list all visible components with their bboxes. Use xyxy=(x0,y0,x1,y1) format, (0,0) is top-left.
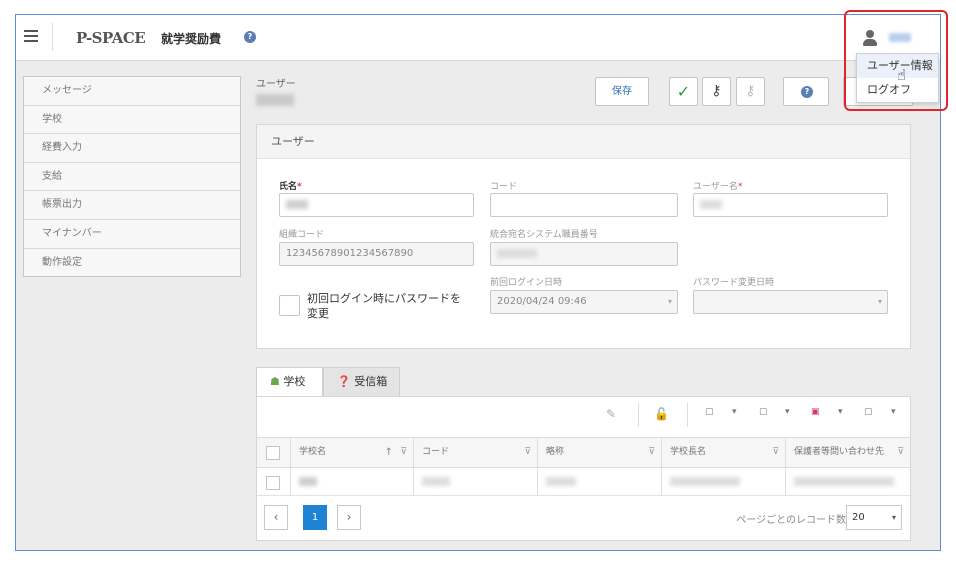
column-abbrev[interactable]: 略称 ⊽ xyxy=(538,438,662,467)
page-label: ユーザー xyxy=(256,79,296,90)
row-checkbox[interactable] xyxy=(266,476,280,490)
header-divider xyxy=(52,23,53,51)
org-code-field: 12345678901234567890 xyxy=(279,242,474,266)
sidebar-item-school[interactable]: 学校 xyxy=(24,106,240,135)
change-password-checkbox[interactable] xyxy=(279,295,300,316)
staff-no-field xyxy=(490,242,678,266)
app-window: P-SPACE 就学奨励費 ? メッセージ 学校 経費入力 支給 帳票出力 マイ… xyxy=(15,14,941,551)
unlock-icon[interactable]: 🔓 xyxy=(654,407,669,421)
sidebar-item-messages[interactable]: メッセージ xyxy=(24,77,240,106)
user-card-title: ユーザー xyxy=(257,125,910,159)
sidebar: メッセージ 学校 経費入力 支給 帳票出力 マイナンバー 動作設定 xyxy=(23,76,241,277)
column-code[interactable]: コード ⊽ xyxy=(414,438,538,467)
chevron-down-icon: ▾ xyxy=(891,513,896,522)
username-field[interactable] xyxy=(693,193,888,217)
filter-icon[interactable]: ⊽ xyxy=(400,438,407,467)
cell-school-name xyxy=(291,468,414,495)
column-contact[interactable]: 保護者等問い合わせ先 ⊽ xyxy=(786,438,910,467)
user-card: ユーザー 氏名* コード ユーザー名* 組織コード 12345678901234… xyxy=(256,124,911,349)
school-panel: ✎ 🔓 ▢ ▾ ▢ ▾ ▣ ▾ ▢ ▾ 学校名 ↑ ⊽ コード ⊽ 略称 ⊽ 学校長名 ⊽… xyxy=(256,396,911,541)
cell-code xyxy=(414,468,538,495)
toolbar-divider xyxy=(687,403,688,427)
chevron-down-icon[interactable]: ▾ xyxy=(785,407,790,417)
school-icon: ☗ xyxy=(270,375,280,388)
hamburger-menu-icon[interactable] xyxy=(24,30,38,42)
select-all-cell xyxy=(257,438,291,467)
chevron-down-icon: ▾ xyxy=(667,297,672,306)
app-title: 就学奨励費 xyxy=(161,32,222,46)
sidebar-item-payment[interactable]: 支給 xyxy=(24,163,240,192)
clipboard-icon[interactable]: ▢ xyxy=(864,407,873,417)
help-button[interactable]: ? xyxy=(783,77,829,106)
filter-icon[interactable]: ⊽ xyxy=(772,438,779,467)
sidebar-item-expense-input[interactable]: 経費入力 xyxy=(24,134,240,163)
last-login-field: 2020/04/24 09:46 ▾ xyxy=(490,290,678,314)
app-logo: P-SPACE xyxy=(76,29,146,47)
chevron-down-icon[interactable]: ▾ xyxy=(891,407,896,417)
key-icon[interactable]: ⚷ xyxy=(702,77,731,106)
cell-abbrev xyxy=(538,468,662,495)
page-title-blurred xyxy=(256,94,294,106)
filter-icon[interactable]: ⊽ xyxy=(648,438,655,467)
chevron-down-icon[interactable]: ▾ xyxy=(732,407,737,417)
records-per-page-label: ページごとのレコード数 xyxy=(736,515,846,526)
filter-icon[interactable]: ⊽ xyxy=(524,438,531,467)
column-principal[interactable]: 学校長名 ⊽ xyxy=(662,438,786,467)
username-label: ユーザー名* xyxy=(693,182,743,192)
clipboard-icon[interactable]: ▢ xyxy=(759,407,768,417)
change-password-label: 初回ログイン時にパスワードを変更 xyxy=(307,292,461,320)
pw-change-label: パスワード変更日時 xyxy=(693,278,775,288)
pager-prev-button[interactable]: ‹ xyxy=(264,505,288,530)
pw-change-field: ▾ xyxy=(693,290,888,314)
table-row[interactable] xyxy=(257,468,910,496)
chevron-down-icon[interactable]: ▾ xyxy=(838,407,843,417)
tab-school[interactable]: ☗ 学校 xyxy=(256,367,323,397)
help-icon[interactable]: ? xyxy=(244,31,256,43)
help-icon: ? xyxy=(801,86,813,98)
pager-page-1[interactable]: 1 xyxy=(303,505,327,530)
code-field[interactable] xyxy=(490,193,678,217)
tab-inbox[interactable]: ❓ 受信箱 xyxy=(323,367,400,397)
hand-cursor-icon: ☝ xyxy=(897,66,907,84)
sidebar-item-report-output[interactable]: 帳票出力 xyxy=(24,191,240,220)
staff-no-label: 統合宛名システム職員番号 xyxy=(490,230,598,240)
sort-asc-icon[interactable]: ↑ xyxy=(385,438,393,467)
toolbar-divider xyxy=(638,403,639,427)
row-select-cell xyxy=(257,468,291,495)
cell-contact xyxy=(786,468,910,495)
name-field[interactable] xyxy=(279,193,474,217)
cell-principal xyxy=(662,468,786,495)
app-header: P-SPACE 就学奨励費 ? xyxy=(16,15,940,61)
name-label: 氏名* xyxy=(279,182,302,192)
chevron-down-icon: ▾ xyxy=(877,297,882,306)
select-all-checkbox[interactable] xyxy=(266,446,280,460)
last-login-label: 前回ログイン日時 xyxy=(490,278,563,288)
clipboard-icon[interactable]: ▢ xyxy=(705,407,714,417)
question-icon: ❓ xyxy=(337,375,351,388)
column-school-name[interactable]: 学校名 ↑ ⊽ xyxy=(291,438,414,467)
records-per-page-select[interactable]: 20 ▾ xyxy=(846,505,902,530)
filter-icon[interactable]: ⊽ xyxy=(897,438,904,467)
edit-icon[interactable]: ✎ xyxy=(606,407,616,421)
code-label: コード xyxy=(490,182,518,192)
sidebar-item-settings[interactable]: 動作設定 xyxy=(24,249,240,278)
grid-header: 学校名 ↑ ⊽ コード ⊽ 略称 ⊽ 学校長名 ⊽ 保護者等問い合わせ先 ⊽ xyxy=(257,437,910,468)
save-button[interactable]: 保存 xyxy=(595,77,649,106)
org-code-label: 組織コード xyxy=(279,230,325,240)
clipboard-pink-icon[interactable]: ▣ xyxy=(811,407,820,417)
key-reset-icon[interactable]: ⚷ xyxy=(736,77,765,106)
sidebar-item-mynumber[interactable]: マイナンバー xyxy=(24,220,240,249)
check-icon[interactable]: ✓ xyxy=(669,77,698,106)
pager-next-button[interactable]: › xyxy=(337,505,361,530)
